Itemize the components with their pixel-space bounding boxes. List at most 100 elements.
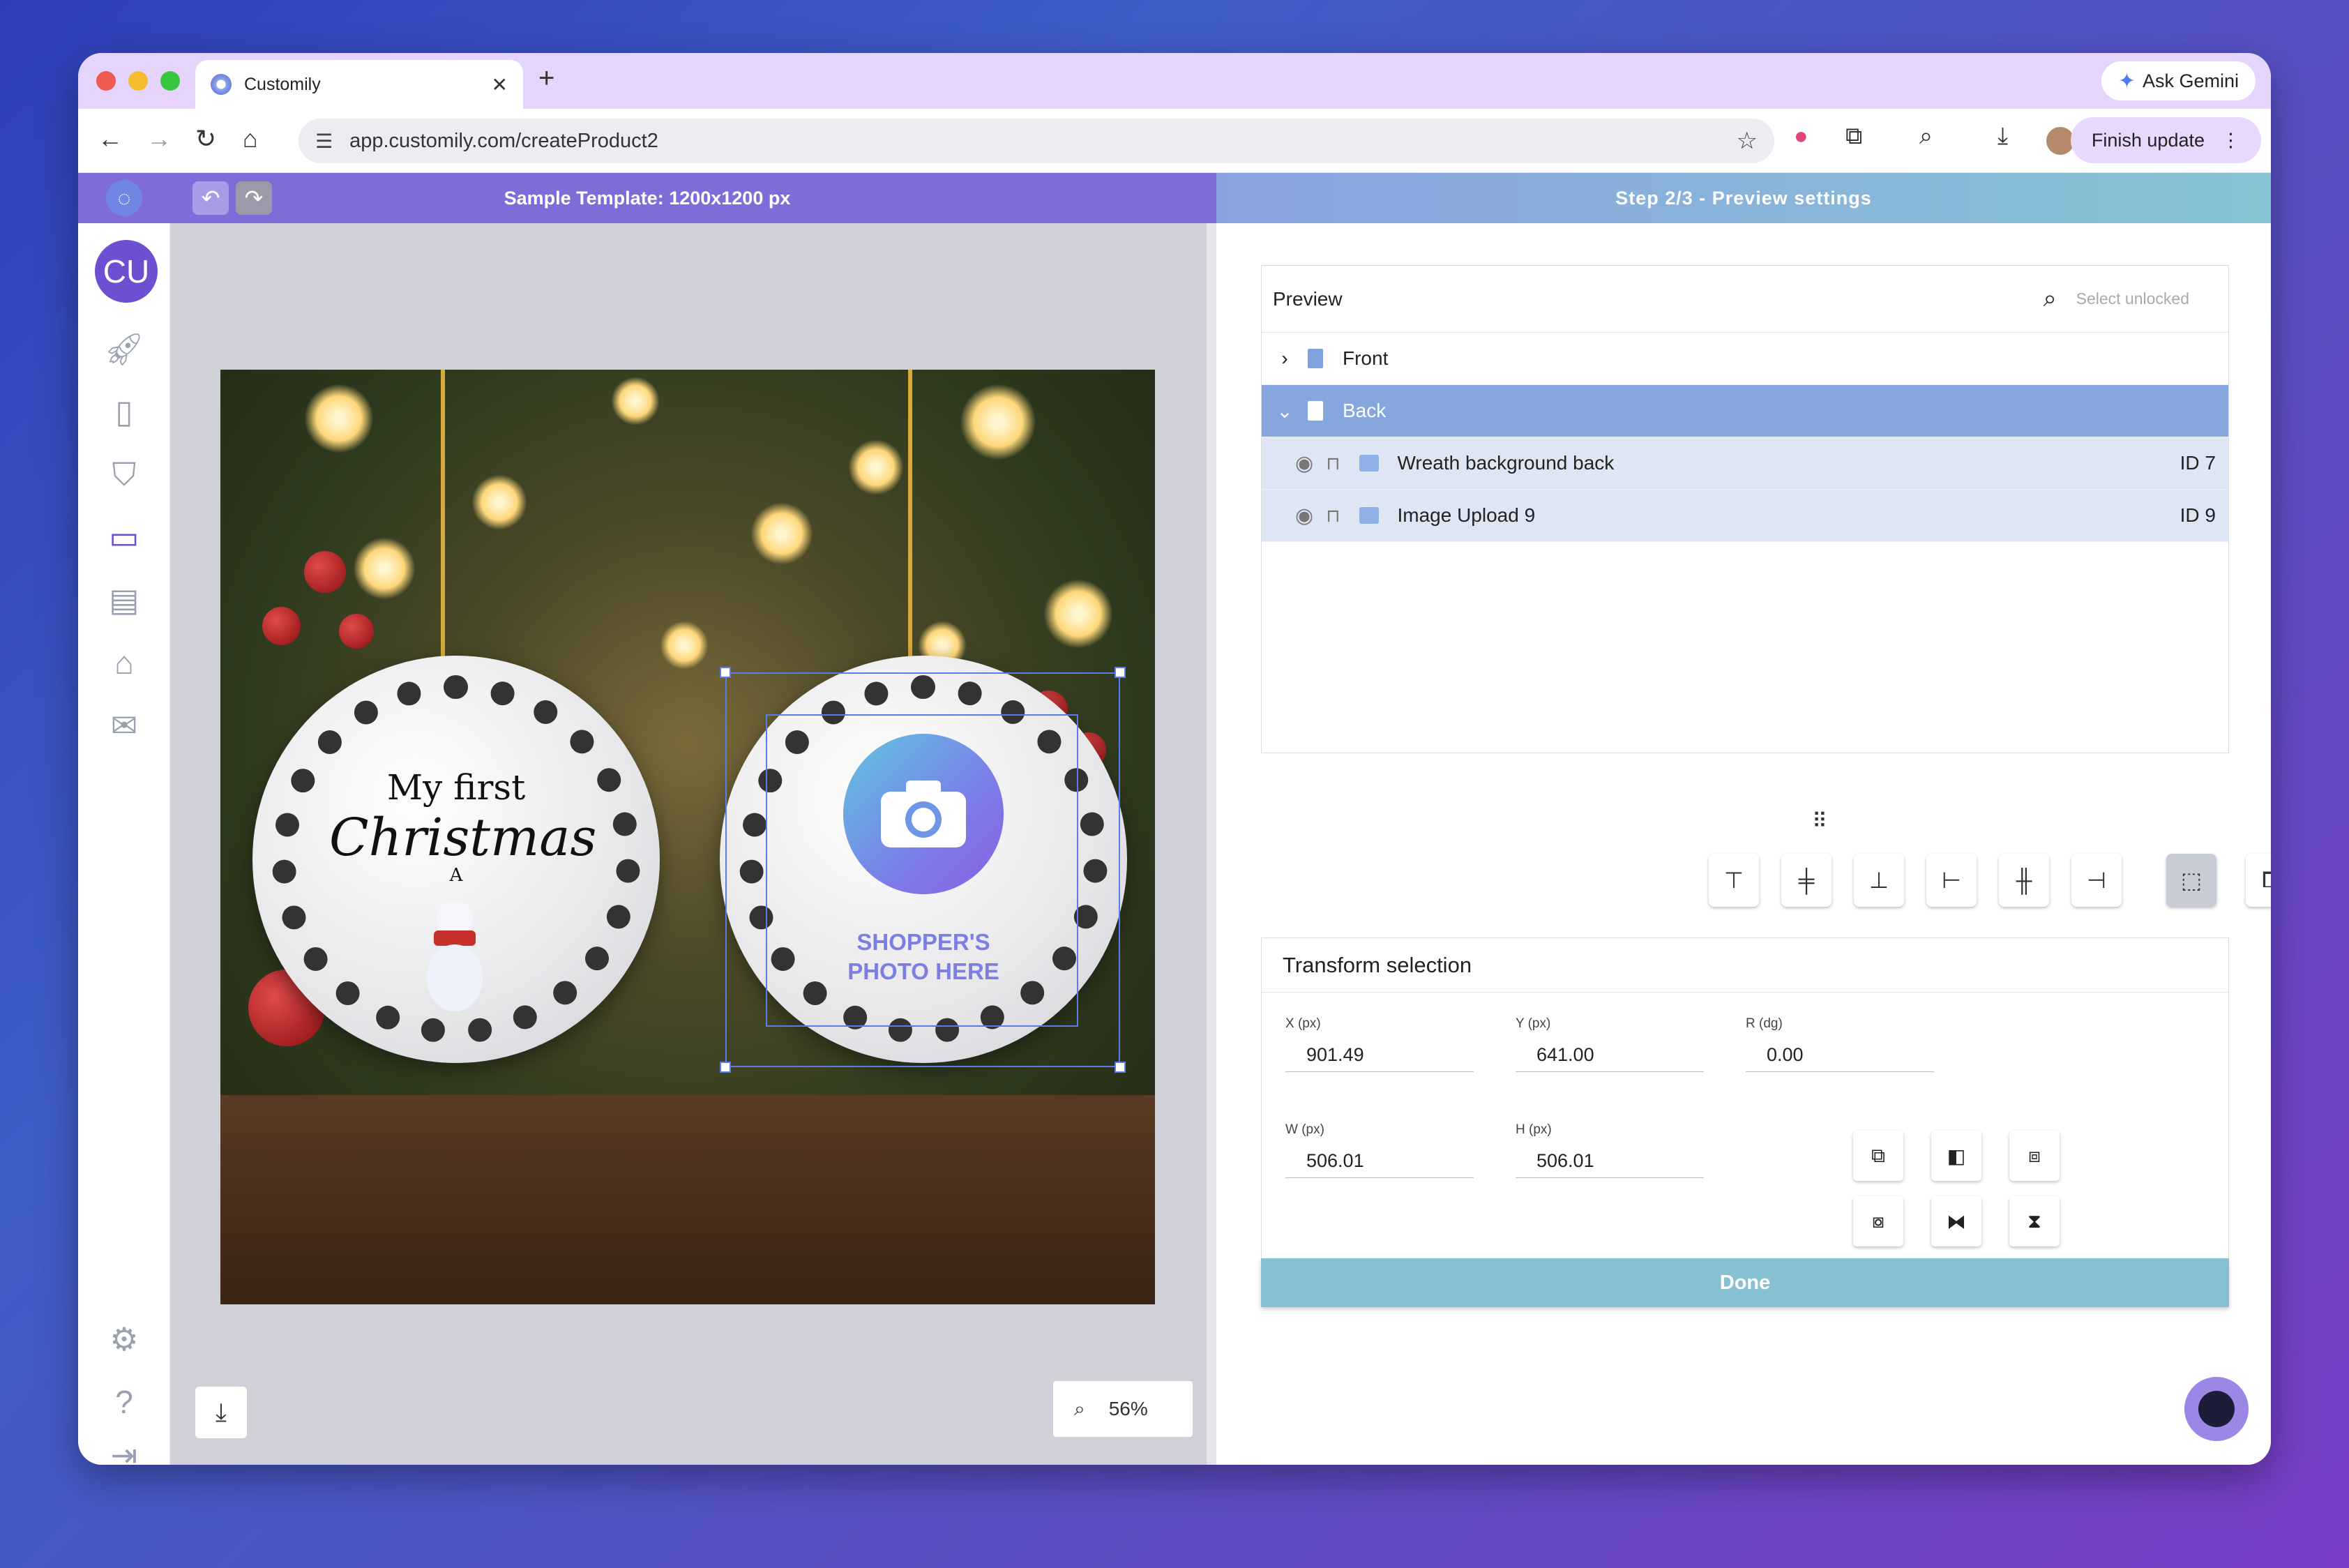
chat-support-button[interactable] [2184, 1377, 2249, 1441]
unlock-icon[interactable]: ⊓ [1326, 505, 1340, 527]
align-top-icon[interactable]: ⊤ [1709, 854, 1759, 907]
berry [339, 614, 374, 649]
product-canvas[interactable]: My first Christmas A SHOPPER'S PHOTO HER… [220, 370, 1155, 1304]
fit-selection-icon[interactable]: ⬚ [2166, 854, 2216, 907]
finish-update-button[interactable]: Finish update ⋮ [2070, 117, 2261, 163]
image-upload-bounds [766, 714, 1078, 1027]
chevron-down-icon[interactable]: ⌄ [1273, 400, 1297, 423]
home-icon[interactable]: ⌂ [243, 124, 258, 153]
panel-divider[interactable] [1207, 223, 1216, 1465]
align-bottom-icon[interactable]: ⊥ [1854, 854, 1904, 907]
browser-tab[interactable]: Customily ✕ [195, 60, 523, 109]
layer-group-back[interactable]: ⌄ Back [1262, 385, 2228, 437]
user-avatar[interactable]: CU [95, 240, 158, 303]
search-icon[interactable]: ⌕ [2044, 285, 2057, 312]
undo-button[interactable]: ↶ [192, 181, 229, 215]
bring-forward-icon[interactable]: ⧉ [1853, 1131, 1903, 1181]
inbox-icon[interactable]: ✉ [103, 704, 145, 746]
preview-title: Preview [1273, 287, 1343, 310]
extension-icon[interactable]: ● [1794, 123, 1808, 150]
profile-avatar[interactable] [2046, 127, 2074, 155]
forward-arrow-icon[interactable]: → [146, 124, 172, 153]
x-field[interactable]: 901.49 [1285, 1037, 1474, 1072]
fit-canvas-icon[interactable]: ⧠ [2246, 854, 2271, 907]
customily-logo-icon[interactable]: ◌ [106, 180, 142, 216]
select-unlocked-button[interactable]: Select unlocked [2076, 289, 2189, 308]
eye-icon[interactable]: ◉ [1295, 504, 1313, 528]
redo-button[interactable]: ↷ [236, 181, 272, 215]
align-left-icon[interactable]: ⊢ [1926, 854, 1977, 907]
wooden-table [220, 1095, 1155, 1304]
tshirt-icon[interactable]: ⛉ [103, 453, 145, 495]
sidebar: CU 🚀︎ ▯ ⛉ ▭ ▤ ⌂ ✉ ⚙ ? ⇥ [78, 223, 170, 1465]
extensions-puzzle-icon[interactable]: ⧉ [1845, 123, 1862, 150]
y-field[interactable]: 641.00 [1516, 1037, 1704, 1072]
reload-icon[interactable]: ↻ [195, 124, 216, 153]
zoom-search-icon: ⌕ [1074, 1397, 1085, 1419]
zoom-control[interactable]: ⌕ 56% [1053, 1381, 1193, 1437]
layer-row[interactable]: ◉ ⊓ Image Upload 9 ID 9 [1262, 490, 2228, 542]
close-tab-icon[interactable]: ✕ [492, 73, 508, 96]
book-icon[interactable]: ▤ [103, 579, 145, 621]
w-label: W (px) [1285, 1122, 1324, 1137]
app-header: Sample Template: 1200x1200 px ◌ ↶ ↷ Step… [78, 173, 2271, 223]
cast-search-icon[interactable]: ⌕ [1919, 123, 1933, 150]
resize-handle[interactable] [720, 1062, 731, 1073]
store-icon[interactable]: ⌂ [103, 642, 145, 684]
bokeh-light [1043, 579, 1113, 649]
image-layer-icon [1359, 455, 1380, 472]
width-field[interactable]: 506.01 [1285, 1143, 1474, 1178]
rocket-icon[interactable]: 🚀︎ [103, 328, 145, 370]
height-field[interactable]: 506.01 [1516, 1143, 1704, 1178]
page-icon [1308, 401, 1323, 421]
bring-to-front-icon[interactable]: ◧ [1931, 1131, 1981, 1181]
close-window-button[interactable] [96, 71, 116, 91]
unlock-icon[interactable]: ⊓ [1326, 453, 1340, 474]
layer-id: ID 9 [2180, 504, 2216, 526]
h-label: H (px) [1516, 1122, 1552, 1137]
berry [262, 607, 301, 645]
resize-handle[interactable] [1115, 1062, 1126, 1073]
maximize-window-button[interactable] [160, 71, 180, 91]
chat-icon [2198, 1391, 2235, 1427]
bookmark-star-icon[interactable]: ☆ [1737, 127, 1758, 155]
download-button[interactable]: ⤓ [195, 1387, 247, 1438]
url-bar[interactable]: ☰ app.customily.com/createProduct2 ☆ [299, 119, 1774, 163]
monitor-icon[interactable]: ▭ [103, 516, 145, 558]
chevron-right-icon[interactable]: › [1273, 347, 1297, 370]
layer-row[interactable]: ◉ ⊓ Wreath background back ID 7 [1262, 437, 2228, 490]
rotation-field[interactable]: 0.00 [1746, 1037, 1934, 1072]
resize-handle[interactable] [1115, 667, 1126, 678]
ornament-text-line2: Christmas [329, 808, 597, 868]
back-arrow-icon[interactable]: ← [98, 124, 123, 153]
window-controls [96, 71, 180, 91]
align-vertical-center-icon[interactable]: ╪ [1781, 854, 1831, 907]
flip-horizontal-icon[interactable]: ⧓ [1931, 1196, 1981, 1246]
align-right-icon[interactable]: ⊣ [2071, 854, 2122, 907]
site-settings-icon[interactable]: ☰ [315, 130, 333, 153]
page-icon [1308, 349, 1323, 368]
user-settings-icon[interactable]: ⚙ [103, 1318, 145, 1360]
eye-icon[interactable]: ◉ [1295, 451, 1313, 476]
done-button[interactable]: Done [1261, 1258, 2229, 1307]
ornament-front: My first Christmas A [252, 656, 660, 1063]
minimize-window-button[interactable] [128, 71, 148, 91]
layer-group-front[interactable]: › Front [1262, 333, 2228, 385]
resize-handle[interactable] [720, 667, 731, 678]
new-tab-button[interactable]: + [538, 63, 554, 94]
download-icon[interactable]: ⤓ [1997, 123, 2008, 150]
bokeh-light [611, 377, 660, 425]
flip-vertical-icon[interactable]: ⧗ [2009, 1196, 2060, 1246]
send-to-back-icon[interactable]: ⧇ [1853, 1196, 1903, 1246]
logout-icon[interactable]: ⇥ [103, 1434, 145, 1465]
more-menu-icon[interactable]: ⋮ [2221, 130, 2240, 151]
document-icon[interactable]: ▯ [103, 391, 145, 432]
ask-gemini-button[interactable]: ✦ Ask Gemini [2101, 61, 2256, 100]
layer-id: ID 7 [2180, 452, 2216, 474]
send-backward-icon[interactable]: ⧈ [2009, 1131, 2060, 1181]
drag-grip-icon[interactable]: ⠿ [1812, 809, 1827, 834]
help-icon[interactable]: ? [103, 1381, 145, 1423]
align-horizontal-center-icon[interactable]: ╫ [1999, 854, 2049, 907]
layer-group-label: Back [1343, 400, 1387, 421]
bokeh-light [848, 439, 904, 495]
